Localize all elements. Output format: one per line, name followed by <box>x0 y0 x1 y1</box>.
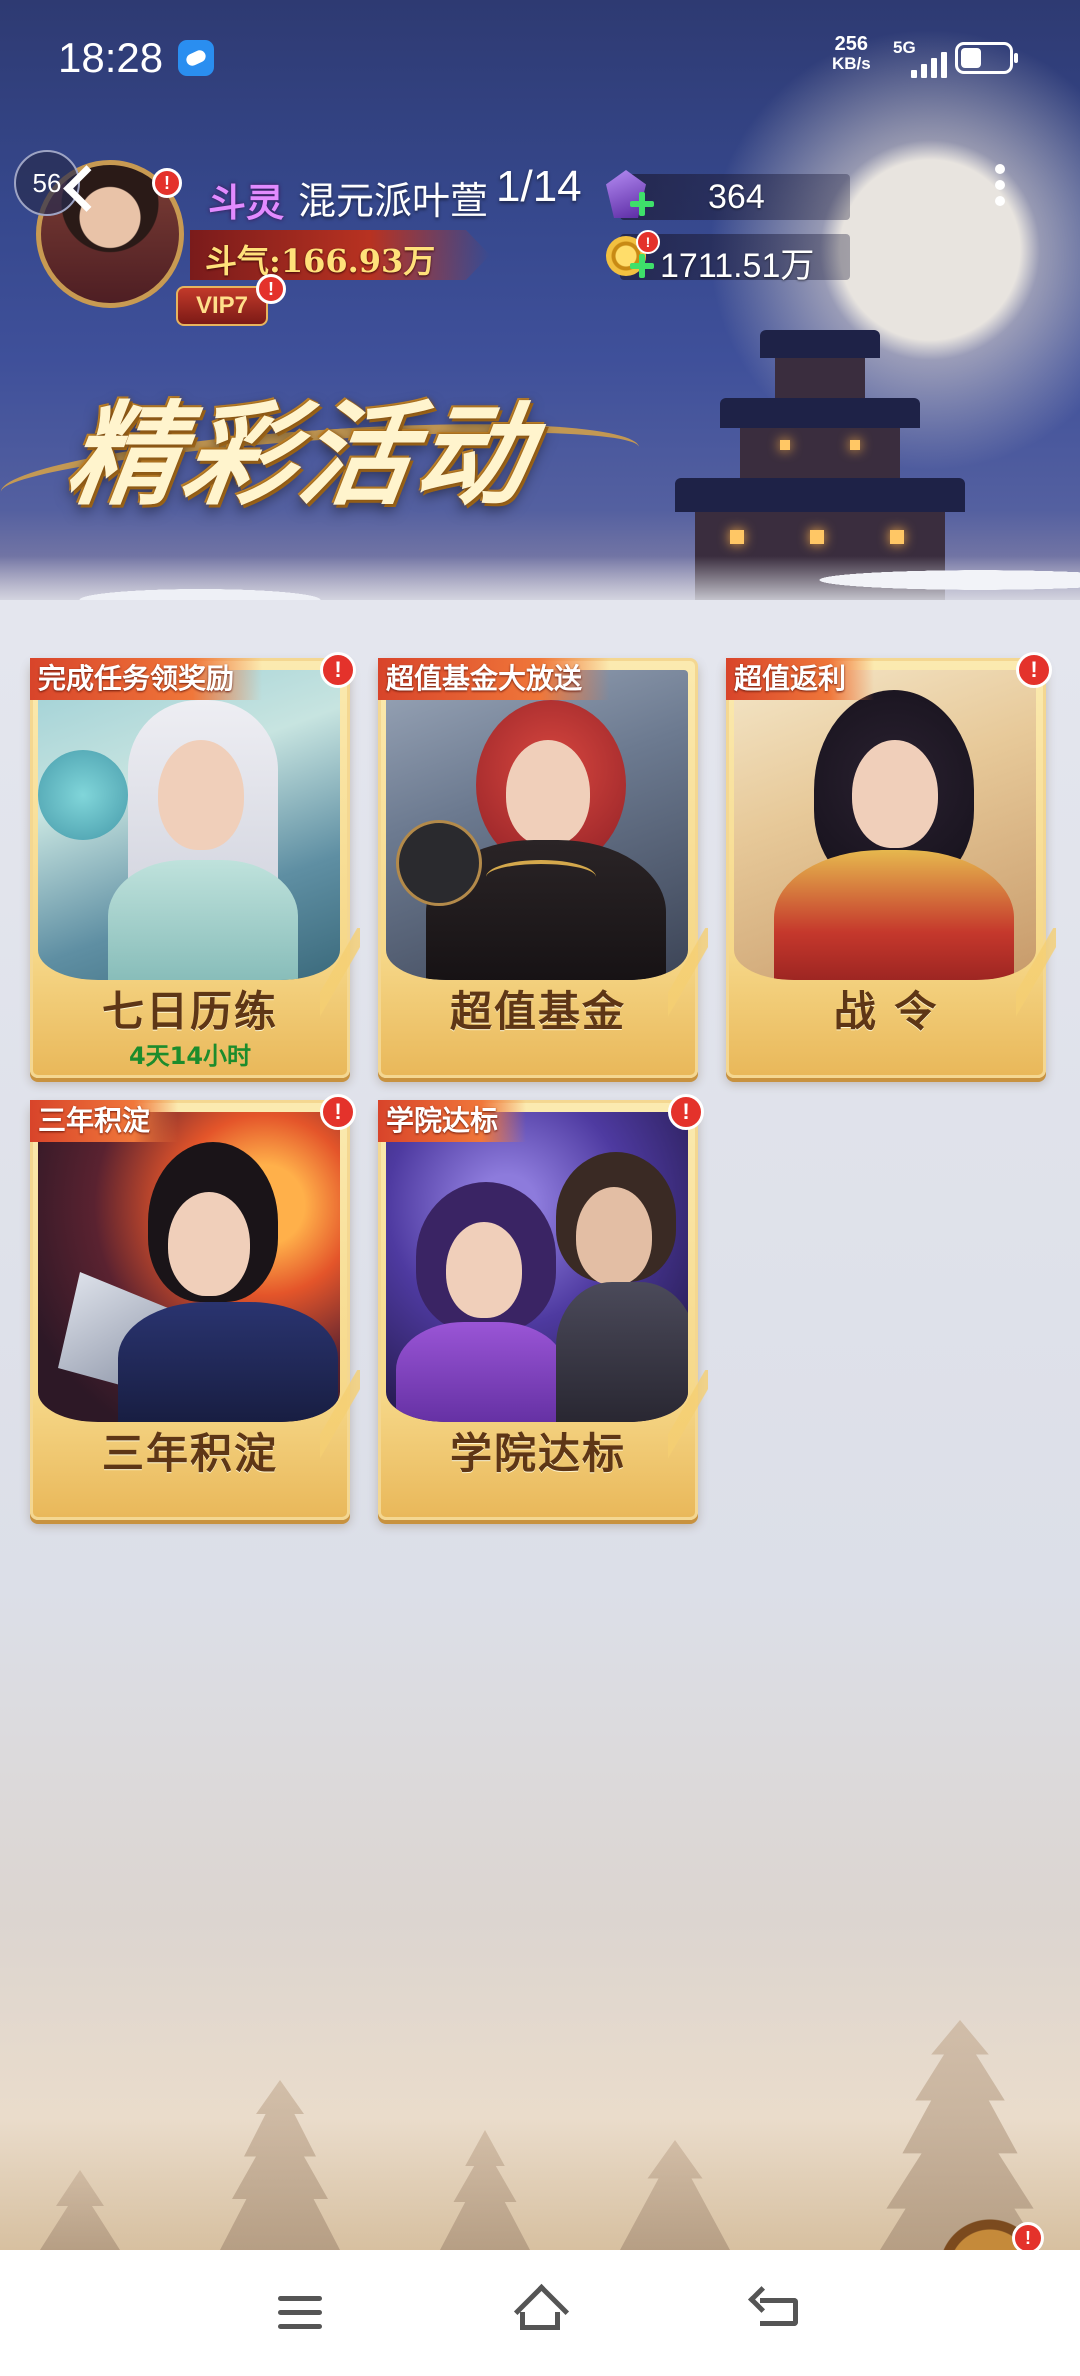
coin-alert-badge: ! <box>636 230 660 254</box>
card-ribbon: 超值返利 <box>726 658 875 700</box>
card-ribbon: 完成任务领奖励 <box>30 658 263 700</box>
more-dots-icon[interactable] <box>980 160 1020 210</box>
signal-icon: 5G <box>893 38 953 78</box>
card-art-dark-haired-heroine <box>734 670 1036 980</box>
system-navigation-bar <box>0 2250 1080 2376</box>
add-coins-plus-icon[interactable] <box>630 254 654 278</box>
network-speed: 256 KB/s <box>832 34 871 74</box>
card-title: 超值基金 <box>449 987 626 1036</box>
player-power: 斗气:166.93万 <box>205 242 436 280</box>
add-gems-plus-icon[interactable] <box>630 192 654 216</box>
avatar-alert-badge: ! <box>152 168 182 198</box>
card-alert-badge: ! <box>320 1094 356 1130</box>
card-art-academy-duo <box>386 1112 688 1422</box>
activity-card-academy-goals[interactable]: 学院达标 学院达标 ! <box>378 1094 708 1520</box>
coin-count: 1711.51万 <box>660 247 815 285</box>
card-title: 三年积淀 <box>101 1429 278 1478</box>
activity-card-seven-day-training[interactable]: 完成任务领奖励 七日历练 4天14小时 ! <box>30 652 360 1078</box>
activity-card-three-year-legacy[interactable]: 三年积淀 三年积淀 ! <box>30 1094 360 1520</box>
back-arrow-icon[interactable] <box>56 158 106 218</box>
network-speed-unit: KB/s <box>832 54 871 73</box>
card-alert-badge: ! <box>668 1094 704 1130</box>
card-title: 学院达标 <box>449 1429 626 1478</box>
battery-icon <box>955 42 1018 74</box>
menu-icon[interactable] <box>270 2286 330 2342</box>
status-time: 18:28 <box>58 34 164 81</box>
card-ribbon: 三年积淀 <box>30 1100 179 1142</box>
player-progress: 1/14 <box>496 162 582 211</box>
card-art-flame-warrior <box>38 1112 340 1422</box>
vip-alert-badge: ! <box>256 274 286 304</box>
back-icon[interactable] <box>750 2286 810 2342</box>
card-countdown: 4天14小时 <box>128 1042 252 1070</box>
player-name: 混元派叶萱 <box>298 179 489 223</box>
card-title: 战 令 <box>833 987 939 1036</box>
cloud-decoration <box>0 520 1080 600</box>
gem-count: 364 <box>708 178 765 216</box>
network-speed-value: 256 <box>834 33 869 55</box>
activity-card-battle-pass[interactable]: 超值返利 战 令 ! <box>726 652 1056 1078</box>
card-ribbon: 超值基金大放送 <box>378 658 611 700</box>
card-ribbon: 学院达标 <box>378 1100 527 1142</box>
home-icon[interactable] <box>510 2286 570 2342</box>
status-bar: 18:28 256 KB/s 5G <box>0 0 1080 120</box>
page-title: 精彩活动 <box>59 390 542 521</box>
skyline-decoration <box>0 1980 1080 2250</box>
app-notification-icon <box>178 40 214 76</box>
card-alert-badge: ! <box>320 652 356 688</box>
vip-badge[interactable]: VIP7 <box>176 286 268 326</box>
activity-card-value-fund[interactable]: 超值基金大放送 超值基金 <box>378 658 708 1078</box>
card-art-white-haired-hero <box>38 670 340 980</box>
card-alert-badge: ! <box>1016 652 1052 688</box>
player-rank: 斗灵 <box>208 180 285 225</box>
card-art-red-haired-heroine <box>386 670 688 980</box>
card-title: 七日历练 <box>101 987 278 1036</box>
